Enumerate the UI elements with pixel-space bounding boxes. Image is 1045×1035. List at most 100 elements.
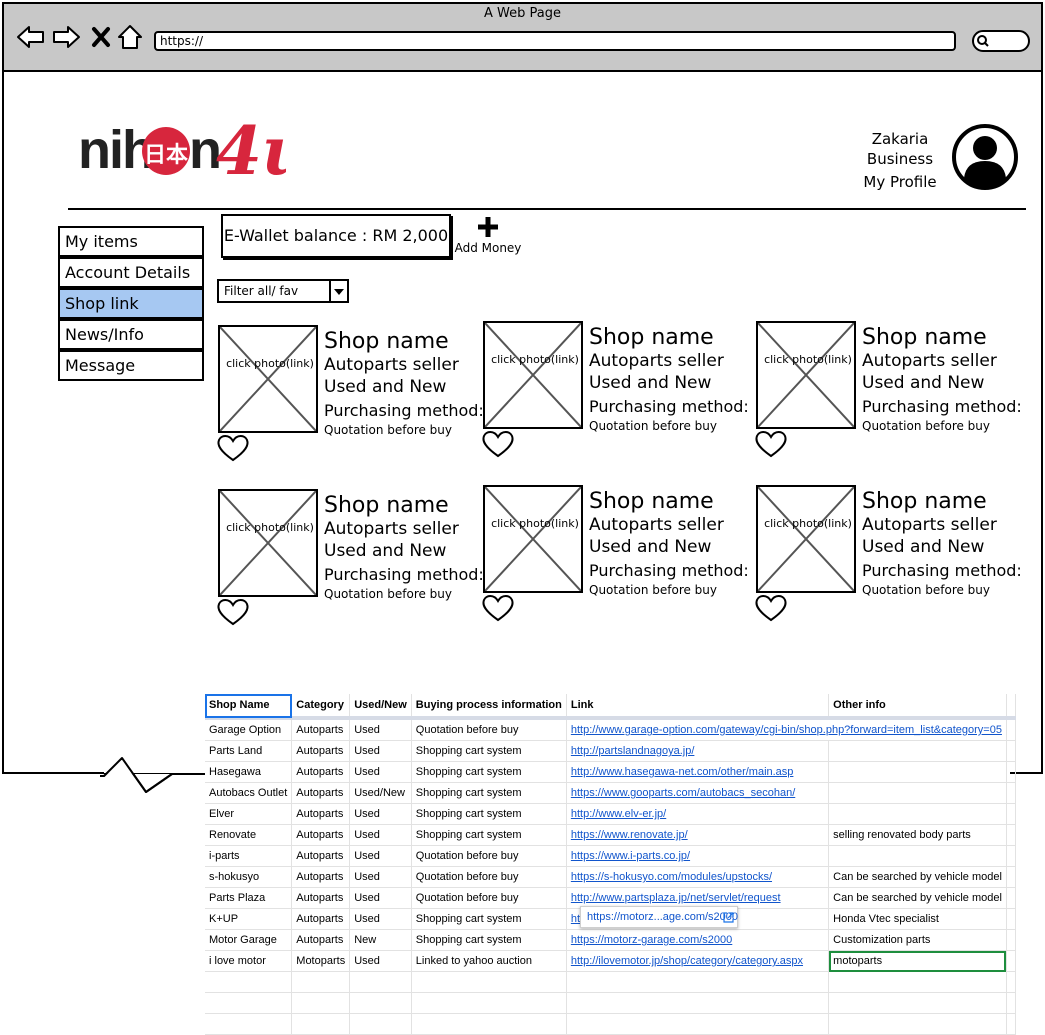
heart-icon[interactable]: [754, 429, 788, 459]
table-cell[interactable]: Motor Garage: [205, 929, 293, 951]
table-cell-link[interactable]: https://motorz-garage.com/s2000: [566, 929, 830, 951]
table-cell[interactable]: selling renovated body parts: [828, 824, 1007, 846]
chevron-down-icon[interactable]: [329, 279, 349, 303]
table-cell[interactable]: Shopping cart system: [411, 929, 567, 951]
table-cell[interactable]: i love motor: [205, 950, 293, 972]
column-header[interactable]: Shop Name: [205, 694, 293, 720]
link-preview-text[interactable]: https://motorz...age.com/s2000: [587, 911, 738, 923]
table-cell[interactable]: s-hokusyo: [205, 866, 293, 888]
table-cell[interactable]: Parts Land: [205, 740, 293, 762]
table-cell[interactable]: Elver: [205, 803, 293, 825]
empty-cell[interactable]: [1006, 761, 1016, 783]
selected-cell[interactable]: motoparts: [828, 950, 1007, 972]
table-cell-link[interactable]: http://www.elv-er.jp/: [566, 803, 830, 825]
table-cell-link[interactable]: http://partslandnagoya.jp/: [566, 740, 830, 762]
shop-photo[interactable]: click photo(link): [218, 325, 318, 433]
shop-card[interactable]: click photo(link) Shop name Autoparts se…: [481, 485, 763, 635]
shop-name[interactable]: Shop name: [862, 489, 987, 514]
external-link-icon[interactable]: [723, 912, 734, 923]
table-cell[interactable]: Autoparts: [291, 845, 351, 867]
sidebar-item-message[interactable]: Message: [58, 350, 204, 381]
add-money-button[interactable]: Add Money: [448, 241, 528, 255]
shop-spreadsheet[interactable]: Shop Name Category Used/New Buying proce…: [205, 694, 1016, 1035]
table-cell-link[interactable]: https://s-hokusyo.com/modules/upstocks/: [566, 866, 830, 888]
table-cell[interactable]: Autoparts: [291, 824, 351, 846]
table-cell[interactable]: Motoparts: [291, 950, 351, 972]
table-cell[interactable]: Autoparts: [291, 908, 351, 930]
table-cell[interactable]: Autobacs Outlet: [205, 782, 293, 804]
shop-card[interactable]: click photo(link) Shop name Autoparts se…: [216, 325, 498, 475]
shop-name[interactable]: Shop name: [589, 489, 714, 514]
column-header[interactable]: Link: [566, 694, 830, 720]
close-icon[interactable]: [90, 24, 112, 50]
table-cell[interactable]: Autoparts: [291, 782, 351, 804]
link-preview-tooltip[interactable]: https://motorz...age.com/s2000: [580, 906, 738, 928]
sidebar-item-account-details[interactable]: Account Details: [58, 257, 204, 288]
heart-icon[interactable]: [481, 593, 515, 623]
empty-cell[interactable]: [1006, 740, 1016, 762]
heart-icon[interactable]: [216, 597, 250, 627]
table-cell[interactable]: Used: [349, 761, 412, 783]
empty-cell[interactable]: [1006, 950, 1016, 972]
shop-photo[interactable]: click photo(link): [756, 485, 856, 593]
table-cell[interactable]: i-parts: [205, 845, 293, 867]
shop-card[interactable]: click photo(link) Shop name Autoparts se…: [754, 321, 1036, 471]
nihon4u-logo[interactable]: nih 日本 n 4u: [76, 96, 286, 200]
table-cell[interactable]: Customization parts: [828, 929, 1007, 951]
shop-name[interactable]: Shop name: [862, 325, 987, 350]
column-header[interactable]: Category: [291, 694, 351, 720]
table-cell-link[interactable]: https://www.renovate.jp/: [566, 824, 830, 846]
my-profile-link[interactable]: My Profile: [860, 173, 940, 191]
sidebar-item-my-items[interactable]: My items: [58, 226, 204, 257]
table-cell-link[interactable]: http://www.hasegawa-net.com/other/main.a…: [566, 761, 830, 783]
empty-cell[interactable]: [1006, 929, 1016, 951]
shop-photo[interactable]: click photo(link): [756, 321, 856, 429]
table-cell[interactable]: Honda Vtec specialist: [828, 908, 1007, 930]
table-cell[interactable]: Shopping cart system: [411, 803, 567, 825]
table-cell[interactable]: Autoparts: [291, 887, 351, 909]
table-cell[interactable]: Autoparts: [291, 866, 351, 888]
table-cell[interactable]: New: [349, 929, 412, 951]
heart-icon[interactable]: [216, 433, 250, 463]
table-cell[interactable]: Hasegawa: [205, 761, 293, 783]
table-cell[interactable]: K+UP: [205, 908, 293, 930]
table-cell[interactable]: Can be searched by vehicle model: [828, 887, 1007, 909]
table-cell[interactable]: Shopping cart system: [411, 761, 567, 783]
empty-cell[interactable]: [1006, 845, 1016, 867]
shop-name[interactable]: Shop name: [324, 329, 449, 354]
table-cell[interactable]: Linked to yahoo auction: [411, 950, 567, 972]
column-header[interactable]: Buying process information: [411, 694, 567, 720]
table-cell[interactable]: Autoparts: [291, 718, 351, 741]
table-cell-link[interactable]: https://www.gooparts.com/autobacs_secoha…: [566, 782, 830, 804]
table-cell[interactable]: Used: [349, 950, 412, 972]
table-cell[interactable]: Autoparts: [291, 740, 351, 762]
table-cell[interactable]: Quotation before buy: [411, 845, 567, 867]
table-cell[interactable]: [828, 740, 1007, 762]
table-cell[interactable]: Shopping cart system: [411, 908, 567, 930]
table-cell[interactable]: [828, 803, 1007, 825]
empty-cell[interactable]: [1006, 694, 1016, 720]
empty-cell[interactable]: [1006, 866, 1016, 888]
table-cell[interactable]: Autoparts: [291, 803, 351, 825]
shop-name[interactable]: Shop name: [589, 325, 714, 350]
shop-photo[interactable]: click photo(link): [483, 485, 583, 593]
table-cell[interactable]: Autoparts: [291, 929, 351, 951]
column-header[interactable]: Used/New: [349, 694, 412, 720]
user-avatar-icon[interactable]: [951, 123, 1019, 191]
home-icon[interactable]: [116, 24, 144, 50]
empty-cell[interactable]: [1006, 908, 1016, 930]
table-cell[interactable]: Shopping cart system: [411, 740, 567, 762]
table-cell[interactable]: Quotation before buy: [411, 866, 567, 888]
table-cell[interactable]: Used: [349, 718, 412, 741]
table-cell[interactable]: Can be searched by vehicle model: [828, 866, 1007, 888]
shop-card[interactable]: click photo(link) Shop name Autoparts se…: [216, 489, 498, 639]
table-cell[interactable]: Parts Plaza: [205, 887, 293, 909]
table-cell[interactable]: Used: [349, 908, 412, 930]
table-cell[interactable]: Used: [349, 887, 412, 909]
table-cell[interactable]: Used: [349, 824, 412, 846]
table-cell-link[interactable]: http://www.garage-option.com/gateway/cgi…: [566, 718, 1007, 741]
table-cell[interactable]: Used/New: [349, 782, 412, 804]
table-cell-link[interactable]: https://www.i-parts.co.jp/: [566, 845, 830, 867]
empty-cell[interactable]: [1006, 803, 1016, 825]
table-cell-link[interactable]: http://ilovemotor.jp/shop/category/categ…: [566, 950, 830, 972]
